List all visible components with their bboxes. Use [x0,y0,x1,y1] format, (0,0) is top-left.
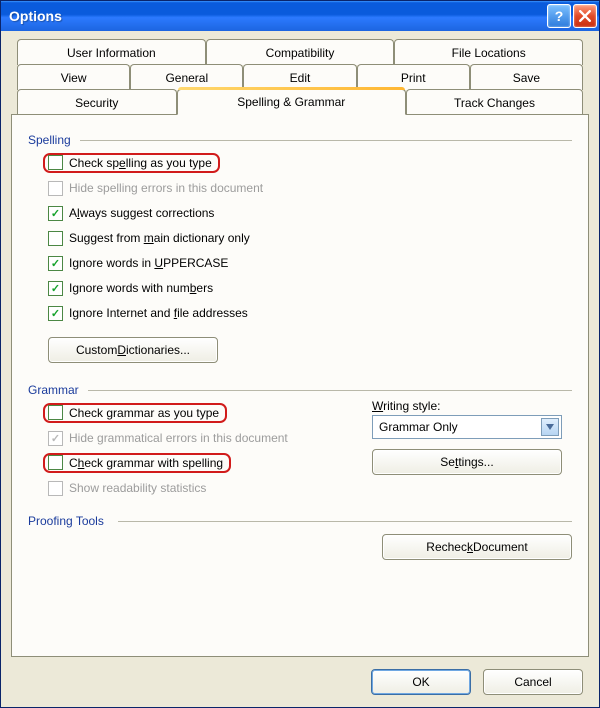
hide-grammar-errors-checkbox [48,431,63,446]
hide-grammar-errors-label: Hide grammatical errors in this document [69,431,288,445]
main-dict-only-row: Suggest from main dictionary only [48,228,572,248]
custom-dictionaries-button[interactable]: Custom Dictionaries... [48,337,218,363]
titlebar: Options ? [1,1,599,31]
tab-panel-spelling-grammar: Spelling Check spelling as you type Hide… [11,114,589,657]
ignore-numbers-label: Ignore words with numbers [69,281,213,295]
always-suggest-checkbox[interactable] [48,206,63,221]
tab-file-locations[interactable]: File Locations [394,39,583,65]
help-button[interactable]: ? [547,4,571,28]
close-icon [579,10,591,22]
close-button[interactable] [573,4,597,28]
check-spelling-as-type-row: Check spelling as you type [48,153,572,173]
tab-rows: User Information Compatibility File Loca… [11,39,589,115]
window-title: Options [9,8,62,24]
tab-row-3: Security Spelling & Grammar Track Change… [11,89,589,115]
grammar-left: Check grammar as you type Hide grammatic… [28,397,342,502]
tab-compatibility[interactable]: Compatibility [206,39,395,65]
ignore-internet-row: Ignore Internet and file addresses [48,303,572,323]
settings-button[interactable]: Settings... [372,449,562,475]
hide-spelling-errors-label: Hide spelling errors in this document [69,181,263,195]
always-suggest-row: Always suggest corrections [48,203,572,223]
highlight-grammar-with-spelling: Check grammar with spelling [43,453,231,473]
writing-style-combo[interactable]: Grammar Only [372,415,562,439]
readability-label: Show readability statistics [69,481,206,495]
tab-spelling-grammar[interactable]: Spelling & Grammar [177,89,407,115]
ignore-internet-label: Ignore Internet and file addresses [69,306,248,320]
spelling-checks: Check spelling as you type Hide spelling… [28,147,572,333]
grammar-row: Check grammar as you type Hide grammatic… [28,397,572,502]
highlight-check-grammar: Check grammar as you type [43,403,227,423]
recheck-row: Recheck Document [28,534,572,560]
check-grammar-with-spelling-row: Check grammar with spelling [48,453,342,473]
client-area: User Information Compatibility File Loca… [1,31,599,707]
hide-spelling-errors-row: Hide spelling errors in this document [48,178,572,198]
check-grammar-as-type-row: Check grammar as you type [48,403,342,423]
cancel-button[interactable]: Cancel [483,669,583,695]
writing-style-label: Writing style: [372,399,572,413]
recheck-document-button[interactable]: Recheck Document [382,534,572,560]
ignore-uppercase-checkbox[interactable] [48,256,63,271]
spacer [28,560,572,644]
check-spelling-as-type-checkbox[interactable] [48,155,63,170]
always-suggest-label: Always suggest corrections [69,206,214,220]
check-grammar-as-type-checkbox[interactable] [48,405,63,420]
check-spelling-as-type-label: Check spelling as you type [69,156,212,170]
titlebar-buttons: ? [547,4,597,28]
tabs-area: User Information Compatibility File Loca… [11,39,589,657]
readability-checkbox [48,481,63,496]
check-grammar-as-type-label: Check grammar as you type [69,406,219,420]
tab-save[interactable]: Save [470,64,583,90]
options-dialog: Options ? User Information Compatibility… [0,0,600,708]
ignore-uppercase-row: Ignore words in UPPERCASE [48,253,572,273]
ignore-uppercase-label: Ignore words in UPPERCASE [69,256,228,270]
tab-view[interactable]: View [17,64,130,90]
grammar-right: Writing style: Grammar Only Settings... [372,397,572,475]
check-grammar-with-spelling-label: Check grammar with spelling [69,456,223,470]
tab-track-changes[interactable]: Track Changes [406,89,583,115]
writing-style-value: Grammar Only [379,420,458,434]
main-dict-only-label: Suggest from main dictionary only [69,231,250,245]
hide-grammar-errors-row: Hide grammatical errors in this document [48,428,342,448]
tab-security[interactable]: Security [17,89,177,115]
hide-spelling-errors-checkbox [48,181,63,196]
ok-button[interactable]: OK [371,669,471,695]
ignore-numbers-row: Ignore words with numbers [48,278,572,298]
group-proofing-title: Proofing Tools [28,514,572,528]
grammar-checks: Check grammar as you type Hide grammatic… [28,397,342,502]
ignore-numbers-checkbox[interactable] [48,281,63,296]
ignore-internet-checkbox[interactable] [48,306,63,321]
readability-row: Show readability statistics [48,478,342,498]
check-grammar-with-spelling-checkbox[interactable] [48,455,63,470]
tab-user-information[interactable]: User Information [17,39,206,65]
dialog-buttons: OK Cancel [11,657,589,697]
main-dict-only-checkbox[interactable] [48,231,63,246]
chevron-down-icon [541,418,559,436]
tab-row-1: User Information Compatibility File Loca… [11,39,589,65]
group-spelling-title: Spelling [28,133,572,147]
highlight-check-spelling: Check spelling as you type [43,153,220,173]
group-grammar-title: Grammar [28,383,572,397]
